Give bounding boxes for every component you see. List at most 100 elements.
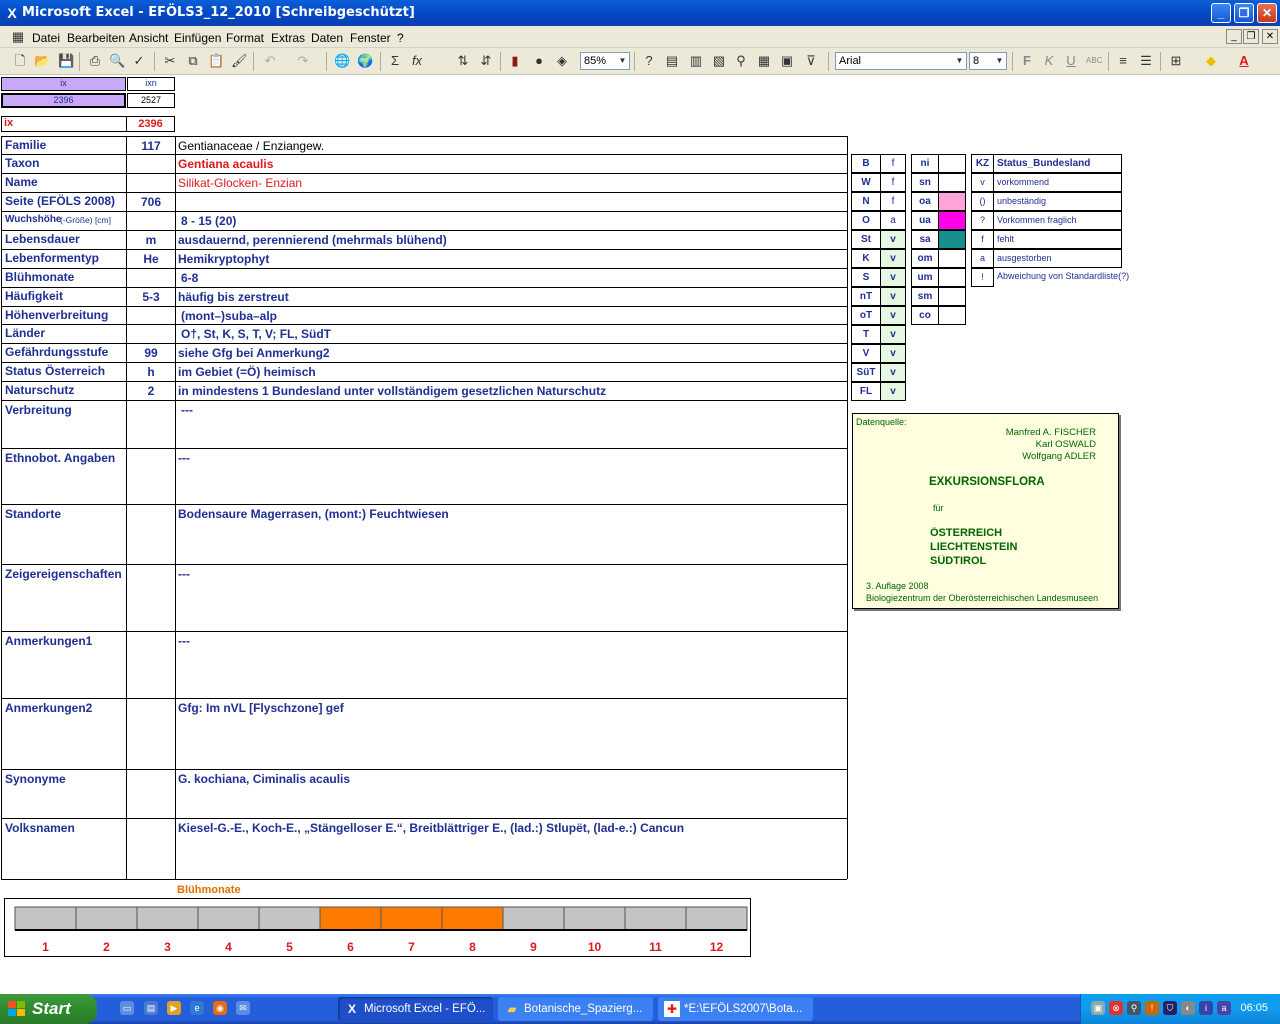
sort-ascending-icon[interactable]: ⇅ bbox=[455, 53, 471, 69]
borders-icon[interactable]: ⊞ bbox=[1168, 53, 1184, 69]
state-value[interactable]: f bbox=[880, 154, 906, 173]
block-value[interactable]: --- bbox=[176, 567, 846, 583]
worksheet[interactable]: ix ixn 2396 2527 ix 2396 Familie 117 Genti… bbox=[0, 76, 1280, 990]
menu-datei[interactable]: Datei bbox=[32, 31, 60, 45]
state-value[interactable]: v bbox=[880, 230, 906, 249]
spellcheck-icon[interactable]: ✓ bbox=[131, 53, 147, 69]
volume-icon[interactable]: ◐ bbox=[1181, 1001, 1195, 1015]
row-code[interactable]: m bbox=[127, 233, 175, 249]
filter-icon[interactable]: ⊽ bbox=[803, 53, 819, 69]
menu-daten[interactable]: Daten bbox=[311, 31, 343, 45]
print-icon[interactable]: ⎙ bbox=[87, 53, 103, 69]
autosum-icon[interactable]: Σ bbox=[387, 53, 403, 69]
menu-ansicht[interactable]: Ansicht bbox=[129, 31, 168, 45]
row-value[interactable]: 8 - 15 (20) bbox=[176, 214, 846, 230]
row-code[interactable] bbox=[127, 271, 175, 287]
quicklaunch-firefox-icon[interactable]: ◉ bbox=[213, 1001, 227, 1015]
info-icon[interactable]: i bbox=[1199, 1001, 1213, 1015]
menu-format[interactable]: Format bbox=[226, 31, 264, 45]
menu-einfuegen[interactable]: Einfügen bbox=[174, 31, 221, 45]
close-button[interactable]: ✕ bbox=[1257, 3, 1277, 23]
task-folder[interactable]: ▰ Botanische_Spazierg... bbox=[498, 997, 653, 1021]
binoculars-icon[interactable]: ⚲ bbox=[733, 53, 749, 69]
toolbar-icon-b[interactable]: ▥ bbox=[688, 53, 704, 69]
row-value[interactable]: Hemikryptophyt bbox=[176, 252, 846, 268]
undo-icon[interactable]: ↶ bbox=[262, 53, 278, 69]
region-value[interactable] bbox=[938, 173, 966, 192]
row-code[interactable] bbox=[127, 327, 175, 343]
task-document[interactable]: ✚ *E:\EFÖLS2007\Bota... bbox=[658, 997, 813, 1021]
map-icon[interactable]: ● bbox=[531, 53, 547, 69]
format-painter-icon[interactable]: 🖌 bbox=[231, 53, 248, 69]
menu-extras[interactable]: Extras bbox=[271, 31, 305, 45]
security-icon[interactable]: ⊗ bbox=[1109, 1001, 1123, 1015]
underline-icon[interactable]: U bbox=[1063, 53, 1079, 69]
region-value[interactable] bbox=[938, 306, 966, 325]
row-code[interactable] bbox=[127, 309, 175, 325]
block-value[interactable]: --- bbox=[176, 403, 846, 419]
row-value[interactable]: Gentiana acaulis bbox=[176, 157, 846, 173]
function-icon[interactable]: fx bbox=[409, 53, 425, 69]
open-icon[interactable]: 📂 bbox=[34, 53, 50, 69]
quicklaunch-desktop-icon[interactable]: ▭ bbox=[120, 1001, 134, 1015]
ix-current-value[interactable]: 2396 bbox=[126, 116, 175, 132]
cut-icon[interactable]: ✂ bbox=[162, 53, 178, 69]
toolbar-icon-a[interactable]: ▤ bbox=[664, 53, 680, 69]
block-value[interactable]: G. kochiana, Ciminalis acaulis bbox=[176, 772, 846, 788]
chevron-down-icon[interactable]: ▼ bbox=[993, 53, 1006, 69]
font-size-select[interactable]: 8 ▼ bbox=[969, 52, 1007, 70]
minimize-button[interactable]: _ bbox=[1211, 3, 1231, 23]
workbook-icon[interactable]: ▦ bbox=[10, 29, 26, 45]
search-tray-icon[interactable]: ⚲ bbox=[1127, 1001, 1141, 1015]
state-value[interactable]: v bbox=[880, 287, 906, 306]
block-value[interactable]: Bodensaure Magerrasen, (mont:) Feuchtwie… bbox=[176, 507, 846, 523]
state-value[interactable]: f bbox=[880, 192, 906, 211]
toolbar-icon-d[interactable]: ▦ bbox=[756, 53, 772, 69]
region-value[interactable] bbox=[938, 154, 966, 173]
new-icon[interactable]: 🗋 bbox=[12, 53, 28, 69]
block-value[interactable]: --- bbox=[176, 451, 846, 467]
row-value[interactable]: O†, St, K, S, T, V; FL, SüdT bbox=[176, 327, 846, 343]
excel-app-icon[interactable]: X bbox=[4, 5, 20, 21]
zoom-select[interactable]: 85% ▼ bbox=[580, 52, 630, 70]
state-value[interactable]: v bbox=[880, 268, 906, 287]
row-code[interactable]: 5-3 bbox=[127, 290, 175, 306]
region-value[interactable] bbox=[938, 192, 966, 211]
row-code[interactable] bbox=[127, 176, 175, 192]
block-value[interactable]: --- bbox=[176, 634, 846, 650]
row-value[interactable]: in mindestens 1 Bundesland unter vollstä… bbox=[176, 384, 846, 400]
state-value[interactable]: v bbox=[880, 249, 906, 268]
row-value[interactable]: siehe Gfg bei Anmerkung2 bbox=[176, 346, 846, 362]
quicklaunch-ie-icon[interactable]: e bbox=[190, 1001, 204, 1015]
restore-button[interactable]: ❐ bbox=[1234, 3, 1254, 23]
ix-value-cell[interactable]: 2396 bbox=[1, 93, 126, 108]
drawing-icon[interactable]: ◈ bbox=[554, 53, 570, 69]
help-icon[interactable]: ? bbox=[641, 53, 657, 69]
start-button[interactable]: Start bbox=[0, 994, 97, 1024]
region-value[interactable] bbox=[938, 211, 966, 230]
state-value[interactable]: f bbox=[880, 173, 906, 192]
ixn-value-cell[interactable]: 2527 bbox=[127, 93, 175, 108]
update-icon[interactable]: a bbox=[1217, 1001, 1231, 1015]
row-code[interactable]: He bbox=[127, 252, 175, 268]
row-code[interactable] bbox=[127, 214, 175, 230]
row-value[interactable]: im Gebiet (=Ö) heimisch bbox=[176, 365, 846, 381]
copy-icon[interactable]: ⧉ bbox=[185, 53, 201, 69]
strikethrough-icon[interactable]: ABC bbox=[1086, 53, 1102, 69]
row-value[interactable]: ausdauernd, perennierend (mehrmals blühe… bbox=[176, 233, 846, 249]
shield-icon[interactable]: ⛉ bbox=[1163, 1001, 1177, 1015]
state-value[interactable]: v bbox=[880, 382, 906, 401]
state-value[interactable]: v bbox=[880, 306, 906, 325]
row-value[interactable]: häufig bis zerstreut bbox=[176, 290, 846, 306]
row-value[interactable]: Silikat-Glocken- Enzian bbox=[176, 176, 846, 192]
hyperlink-icon[interactable]: 🌐 bbox=[334, 53, 350, 69]
task-excel[interactable]: X Microsoft Excel - EFÖ... bbox=[338, 997, 493, 1021]
region-value[interactable] bbox=[938, 268, 966, 287]
alert-icon[interactable]: ! bbox=[1145, 1001, 1159, 1015]
font-select[interactable]: Arial ▼ bbox=[835, 52, 967, 70]
fill-color-icon[interactable]: ◆ bbox=[1203, 53, 1219, 69]
state-value[interactable]: v bbox=[880, 344, 906, 363]
row-value[interactable]: (mont–)suba–alp bbox=[176, 309, 846, 325]
chevron-down-icon[interactable]: ▼ bbox=[953, 53, 966, 69]
chevron-down-icon[interactable]: ▼ bbox=[616, 53, 629, 69]
